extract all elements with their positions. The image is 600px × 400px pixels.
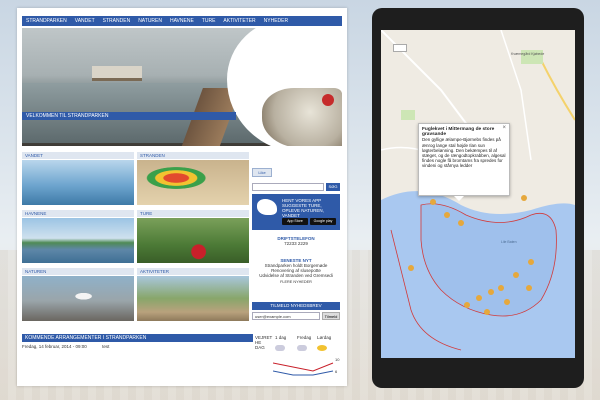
cloud-icon	[275, 345, 285, 351]
newsletter-row: user@example.com Tilmeld	[252, 312, 340, 320]
tile-havnene[interactable]: HAVNENE	[22, 210, 134, 265]
nav-item-aktiviteter[interactable]: AKTIVITETER	[219, 16, 259, 26]
app-promo: HENT VORES APP SUGGESTE TURE, OPLEVE NAT…	[252, 194, 340, 230]
map-screen: Kværnegård Kjøbede Lile Baten × Fuglekve…	[381, 30, 575, 358]
event-date: Fredag, 14 februar, 2014 - 09:00	[22, 344, 87, 349]
search-button[interactable]: SØG	[326, 183, 340, 191]
tile-aktiviteter[interactable]: AKTIVITETER	[137, 268, 249, 323]
tile-image	[137, 160, 249, 205]
tile-label: AKTIVITETER	[137, 268, 249, 275]
sidebar: Like SØG HENT VORES APP SUGGESTE TURE, O…	[252, 168, 340, 353]
app-store-button[interactable]: App Store	[282, 218, 308, 225]
website-preview: STRANDPARKEN VANDET STRANDEN NATUREN HAV…	[17, 8, 347, 386]
hero-boathouse	[92, 66, 142, 81]
map-lake-label: Lile Baten	[501, 240, 517, 244]
search-input[interactable]	[252, 183, 324, 191]
main-nav: STRANDPARKEN VANDET STRANDEN NATUREN HAV…	[22, 16, 342, 26]
weather-widget: VEJRET HE DAG 1 dag Fredag Lørdag 10 6	[255, 335, 345, 385]
temp-axis-label: 6	[335, 369, 338, 374]
tile-image	[22, 218, 134, 263]
weather-day: Lørdag	[317, 335, 332, 340]
newsletter-submit-button[interactable]: Tilmeld	[322, 312, 340, 320]
tile-image	[22, 276, 134, 321]
weather-label: VEJRET HE DAG	[255, 335, 273, 350]
news-section: SENESTE NYT Strandparken holdt Borgemøde…	[252, 258, 340, 284]
popup-title: Fuglekvet i Mittermang de store gravsand…	[422, 127, 495, 138]
close-icon[interactable]: ×	[502, 125, 506, 131]
tile-image	[137, 218, 249, 263]
nav-item-ture[interactable]: TURE	[198, 16, 220, 26]
nav-item-nyheder[interactable]: NYHEDER	[260, 16, 292, 26]
temp-line-low	[273, 370, 334, 376]
nav-item-vandet[interactable]: VANDET	[71, 16, 99, 26]
popup-text: Den gyllige ælampe-Bjørnebs findes på æn…	[422, 137, 506, 169]
tile-label: TURE	[137, 210, 249, 217]
nav-item-naturen[interactable]: NATUREN	[134, 16, 166, 26]
sun-icon	[317, 345, 327, 351]
tile-label: VANDET	[22, 152, 134, 159]
tile-vandet[interactable]: VANDET	[22, 152, 134, 207]
tile-naturen[interactable]: NATUREN	[22, 268, 134, 323]
welcome-banner: VELKOMMEN TIL STRANDPARKEN	[22, 112, 236, 120]
search-row: SØG	[252, 183, 340, 191]
map-road-label: Kværnegård Kjøbede	[511, 52, 545, 56]
app-promo-text: HENT VORES APP SUGGESTE TURE, OPLEVE NAT…	[282, 198, 324, 218]
tile-ture[interactable]: TURE	[137, 210, 249, 265]
tile-stranden[interactable]: STRANDEN	[137, 152, 249, 207]
map-zoom-control[interactable]	[393, 44, 407, 52]
newsletter-title: TILMELD NYHEDSBREV	[252, 302, 340, 310]
news-item[interactable]: Udvidelse af Stranden ved Gremsedi	[252, 273, 340, 278]
events-header: KOMMENDE ARRANGEMENTER I STRANDPARKEN	[22, 334, 253, 342]
nav-item-stranden[interactable]: STRANDEN	[99, 16, 135, 26]
map-info-popup: × Fuglekvet i Mittermang de store gravsa…	[418, 123, 510, 201]
temperature-graph	[273, 362, 334, 376]
phone-mockup: Kværnegård Kjøbede Lile Baten × Fuglekve…	[372, 8, 584, 388]
cloud-icon	[297, 345, 307, 351]
weather-day: 1 dag	[275, 335, 287, 340]
kettle-icon	[322, 94, 334, 106]
more-news-link[interactable]: FLERE NYHEDER	[252, 280, 340, 284]
hero-image	[22, 28, 342, 146]
event-title: test	[102, 344, 110, 349]
temp-line-high	[273, 362, 334, 372]
bird-logo-icon	[257, 199, 277, 215]
nav-item-havnene[interactable]: HAVNENE	[166, 16, 198, 26]
drift-phone: 72233 2229	[284, 241, 308, 246]
tile-label: NATUREN	[22, 268, 134, 275]
facebook-like-button[interactable]: Like	[252, 168, 272, 177]
temp-axis-label: 10	[335, 357, 340, 362]
tile-label: STRANDEN	[137, 152, 249, 159]
tile-image	[137, 276, 249, 321]
tile-label: HAVNENE	[22, 210, 134, 217]
drift-section: DRIFTSTELEFON 72233 2229	[252, 236, 340, 246]
google-play-button[interactable]: Google play	[310, 218, 336, 225]
weather-day: Fredag	[297, 335, 312, 340]
nav-item-strandparken[interactable]: STRANDPARKEN	[22, 16, 71, 26]
newsletter-email-input[interactable]: user@example.com	[252, 312, 320, 320]
tile-image	[22, 160, 134, 205]
event-row[interactable]: Fredag, 14 februar, 2014 - 09:00 test	[22, 344, 250, 349]
